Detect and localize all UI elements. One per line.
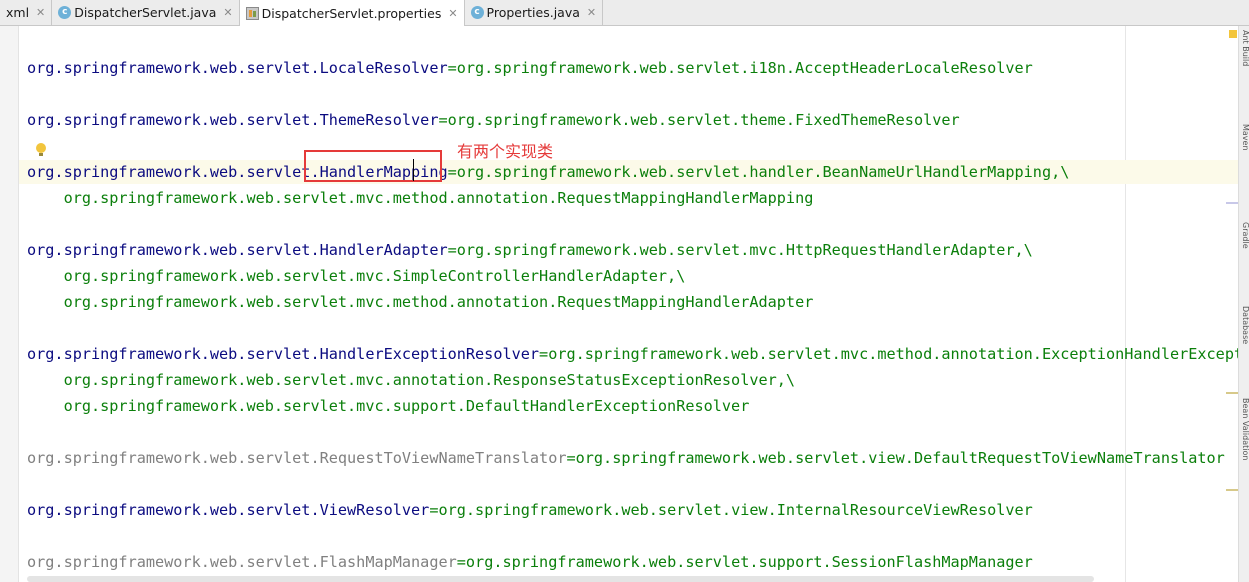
- code-line[interactable]: org.springframework.web.servlet.ThemeRes…: [27, 109, 960, 131]
- property-key: org.springframework.web.servlet.HandlerE…: [27, 345, 540, 363]
- code-line[interactable]: org.springframework.web.servlet.mvc.supp…: [27, 395, 750, 417]
- horizontal-scrollbar[interactable]: [27, 576, 1094, 582]
- sidebar-item-gradle[interactable]: Gradle: [1241, 222, 1249, 249]
- property-value: =org.springframework.web.servlet.view.In…: [429, 501, 1033, 519]
- property-value: org.springframework.web.servlet.mvc.meth…: [27, 189, 814, 207]
- code-line[interactable]: org.springframework.web.servlet.HandlerE…: [27, 343, 1238, 365]
- editor-gutter[interactable]: [0, 26, 19, 582]
- close-icon[interactable]: ✕: [587, 6, 596, 19]
- property-value: org.springframework.web.servlet.mvc.supp…: [27, 397, 750, 415]
- tab-properties-java[interactable]: c Properties.java ✕: [465, 0, 604, 25]
- tab-dispatcherservlet-java[interactable]: c DispatcherServlet.java ✕: [52, 0, 240, 25]
- code-line[interactable]: org.springframework.web.servlet.HandlerM…: [27, 161, 1069, 183]
- properties-file-icon: [245, 6, 259, 20]
- warning-marker[interactable]: [1226, 392, 1238, 394]
- tab-label: Properties.java: [486, 5, 580, 20]
- tab-label: DispatcherServlet.java: [74, 5, 217, 20]
- sidebar-item-bean-validation[interactable]: Bean Validation: [1241, 398, 1249, 460]
- annotation-highlight-box: [304, 150, 442, 182]
- close-icon[interactable]: ✕: [36, 6, 45, 19]
- right-margin-guide: [1125, 26, 1126, 582]
- property-value: =org.springframework.web.servlet.view.De…: [566, 449, 1225, 467]
- tab-label: xml: [6, 5, 30, 20]
- property-value: =org.springframework.web.servlet.mvc.met…: [539, 345, 1238, 363]
- annotation-text: 有两个实现类: [457, 142, 554, 161]
- property-key: org.springframework.web.servlet.ViewReso…: [27, 501, 430, 519]
- property-key: org.springframework.web.servlet.FlashMap…: [27, 553, 457, 571]
- tab-xml[interactable]: xml ✕: [0, 0, 53, 25]
- close-icon[interactable]: ✕: [448, 7, 457, 20]
- code-line[interactable]: org.springframework.web.servlet.LocaleRe…: [27, 57, 1033, 79]
- code-line[interactable]: org.springframework.web.servlet.ViewReso…: [27, 499, 1033, 521]
- java-class-icon: c: [470, 6, 484, 19]
- lightbulb-icon[interactable]: [36, 143, 46, 156]
- code-line[interactable]: org.springframework.web.servlet.mvc.Simp…: [27, 265, 686, 287]
- editor-tab-bar: xml ✕ c DispatcherServlet.java ✕ Dispatc…: [0, 0, 1249, 26]
- sidebar-item-ant-build[interactable]: Ant Build: [1241, 30, 1249, 66]
- right-tool-sidebar: Ant Build Maven Gradle Database Bean Val…: [1239, 26, 1249, 582]
- property-value: org.springframework.web.servlet.mvc.Simp…: [27, 267, 686, 285]
- java-class-icon: c: [58, 6, 72, 19]
- property-key: org.springframework.web.servlet.HandlerA…: [27, 241, 448, 259]
- property-key: org.springframework.web.servlet.LocaleRe…: [27, 59, 448, 77]
- property-value: =org.springframework.web.servlet.mvc.Htt…: [447, 241, 1033, 259]
- warning-marker[interactable]: [1226, 489, 1238, 491]
- property-value: =org.springframework.web.servlet.handler…: [447, 163, 1070, 181]
- code-line[interactable]: org.springframework.web.servlet.mvc.meth…: [27, 187, 814, 209]
- property-value: org.springframework.web.servlet.mvc.anno…: [27, 371, 796, 389]
- code-line[interactable]: org.springframework.web.servlet.RequestT…: [27, 447, 1225, 469]
- code-editor[interactable]: org.springframework.web.servlet.LocaleRe…: [19, 26, 1238, 582]
- sidebar-item-database[interactable]: Database: [1241, 306, 1249, 344]
- change-marker[interactable]: [1226, 202, 1238, 204]
- sidebar-item-maven[interactable]: Maven: [1241, 124, 1249, 151]
- property-key: org.springframework.web.servlet.ThemeRes…: [27, 111, 439, 129]
- property-key: org.springframework.web.servlet.RequestT…: [27, 449, 567, 467]
- property-value: org.springframework.web.servlet.mvc.meth…: [27, 293, 814, 311]
- property-value: =org.springframework.web.servlet.support…: [456, 553, 1033, 571]
- code-line[interactable]: org.springframework.web.servlet.FlashMap…: [27, 551, 1033, 573]
- property-value: =org.springframework.web.servlet.i18n.Ac…: [447, 59, 1033, 77]
- text-caret: [413, 159, 414, 181]
- tab-dispatcherservlet-properties[interactable]: DispatcherServlet.properties ✕: [239, 0, 465, 26]
- property-value: =org.springframework.web.servlet.theme.F…: [438, 111, 960, 129]
- code-line[interactable]: org.springframework.web.servlet.mvc.meth…: [27, 291, 814, 313]
- code-line[interactable]: org.springframework.web.servlet.mvc.anno…: [27, 369, 796, 391]
- close-icon[interactable]: ✕: [223, 6, 232, 19]
- code-line[interactable]: org.springframework.web.servlet.HandlerA…: [27, 239, 1033, 261]
- tab-label: DispatcherServlet.properties: [261, 5, 442, 21]
- inspection-status-icon[interactable]: [1229, 30, 1237, 38]
